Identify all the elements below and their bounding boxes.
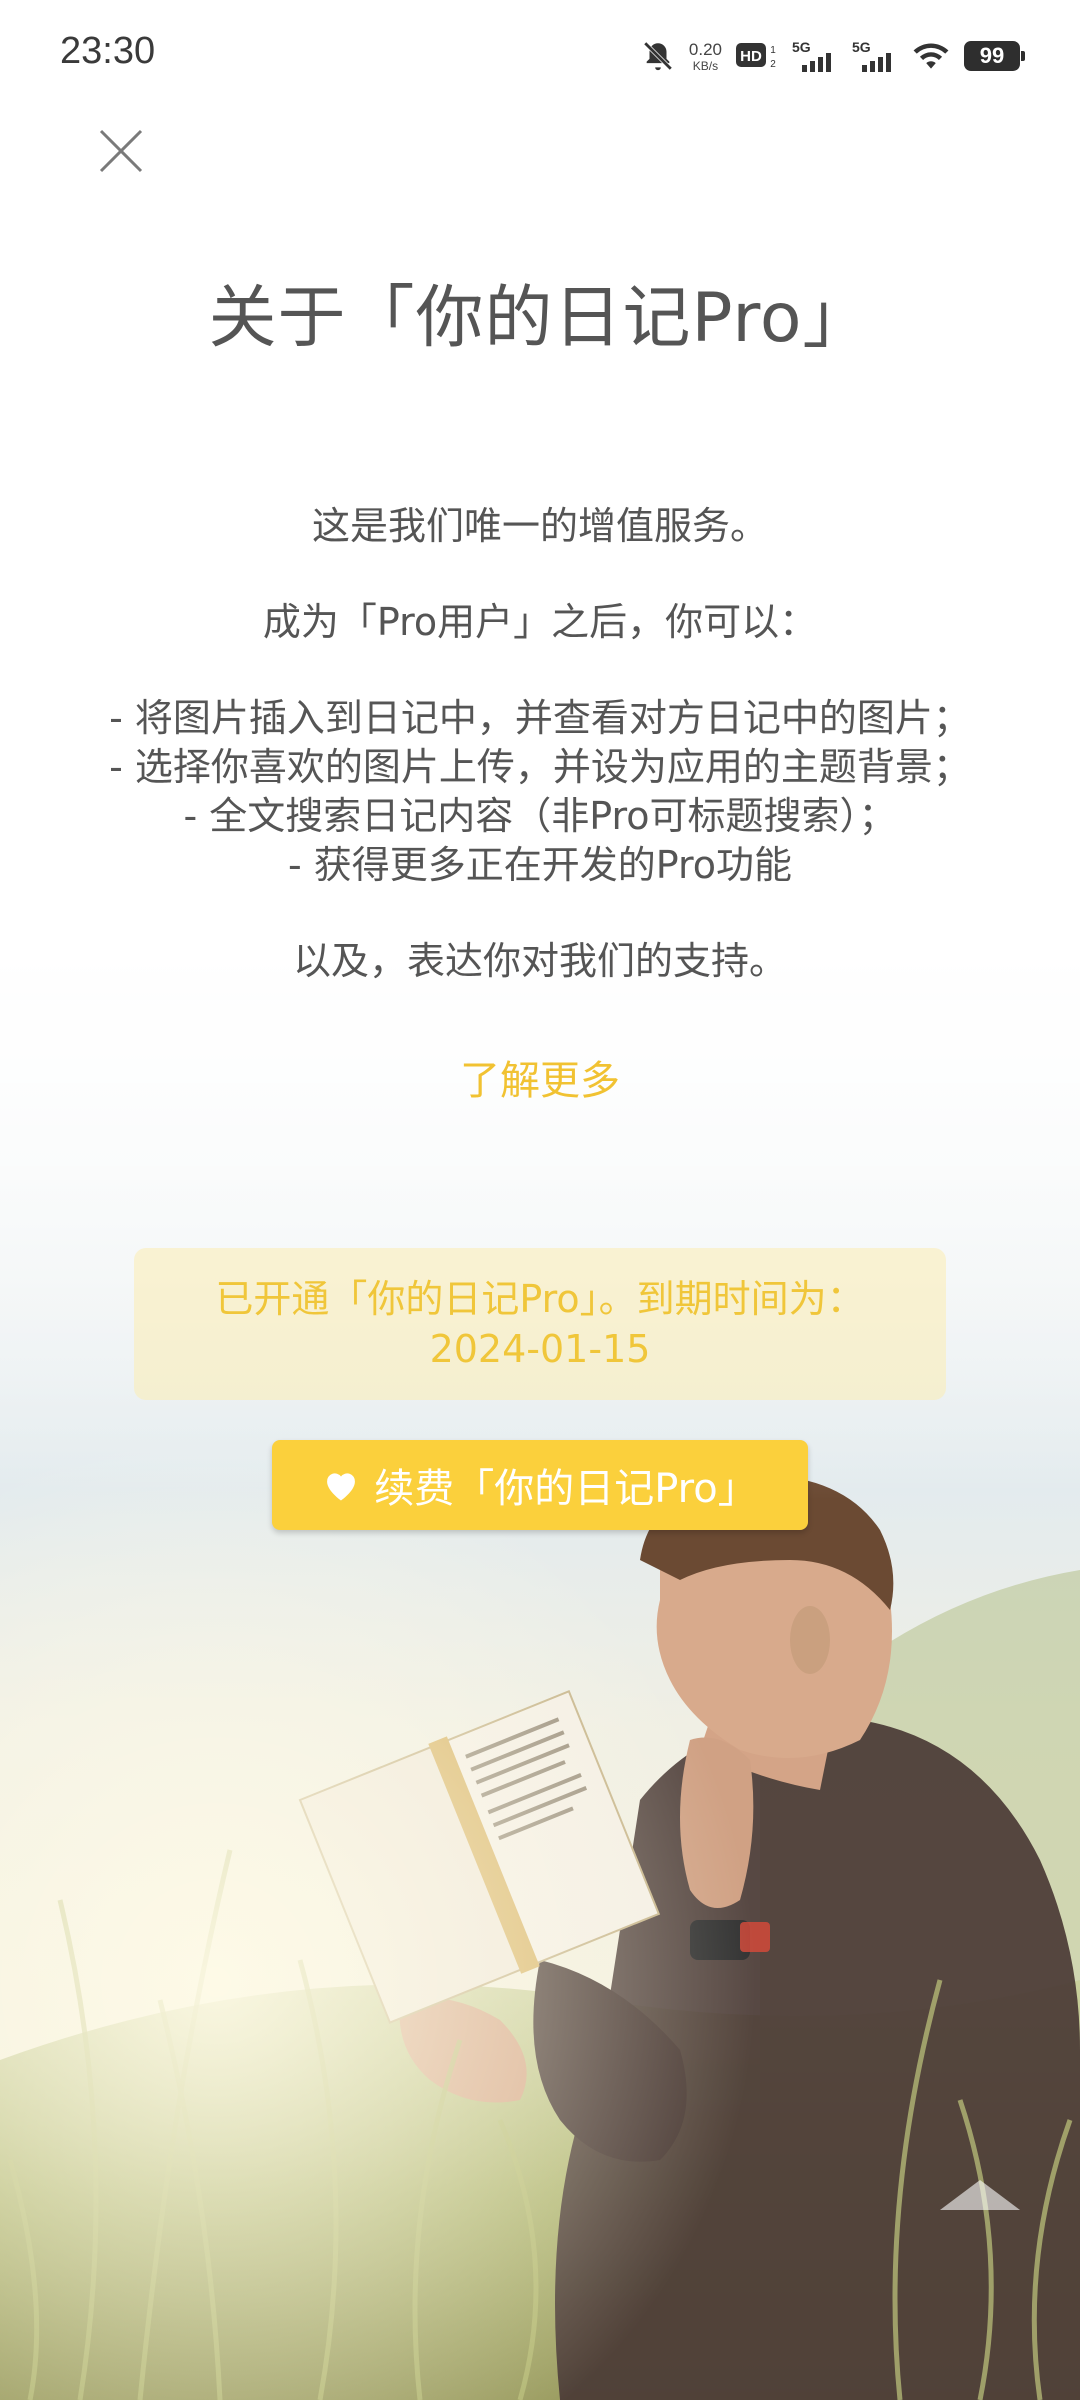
hd-icon: HD 1 2 (736, 41, 778, 71)
close-icon (99, 129, 143, 173)
page-title: 关于「你的日记Pro」 (208, 279, 872, 358)
feature-item: - 选择你喜欢的图片上传，并设为应用的主题背景； (109, 745, 971, 789)
subscription-status-text: 已开通「你的日记Pro」。到期时间为： (215, 1277, 865, 1321)
learn-more-link[interactable]: 了解更多 (0, 1048, 1080, 1106)
feature-item: - 全文搜索日记内容（非Pro可标题搜索）； (183, 794, 897, 838)
close-button[interactable] (90, 120, 152, 182)
feature-item: - 获得更多正在开发的Pro功能 (287, 843, 793, 887)
pro-benefits-heading: 成为「Pro用户」之后，你可以： (262, 600, 818, 644)
svg-text:2: 2 (770, 59, 776, 70)
svg-text:HD: HD (740, 48, 762, 65)
net-speed: 0.20 KB/s (689, 41, 722, 72)
heart-icon (322, 1468, 360, 1502)
svg-text:1: 1 (770, 45, 776, 56)
subscription-status-box: 已开通「你的日记Pro」。到期时间为： 2024-01-15 (134, 1248, 946, 1400)
net-speed-value: 0.20 (688, 39, 722, 59)
renew-pro-button[interactable]: 续费「你的日记Pro」 (272, 1440, 808, 1530)
renew-button-label: 续费「你的日记Pro」 (374, 1466, 758, 1512)
status-bar: 23:30 0.20 KB/s HD 1 2 5G 5G 99 (0, 0, 1080, 112)
battery-icon: 99 (964, 41, 1025, 71)
status-icons: 0.20 KB/s HD 1 2 5G 5G 99 (641, 34, 1025, 78)
net-speed-unit: KB/s (692, 58, 719, 73)
intro-text: 这是我们唯一的增值服务。 (311, 504, 768, 548)
closing-text: 以及，表达你对我们的支持。 (292, 939, 787, 983)
pro-description: 这是我们唯一的增值服务。 成为「Pro用户」之后，你可以： - 将图片插入到日记… (0, 502, 1080, 986)
signal-5g-icon: 5G (852, 39, 898, 73)
mute-bell-icon (641, 39, 675, 73)
status-time: 23:30 (60, 30, 156, 72)
svg-text:5G: 5G (852, 39, 871, 55)
svg-text:5G: 5G (792, 39, 811, 55)
wifi-icon (912, 40, 950, 72)
signal-5g-icon: 5G (792, 39, 838, 73)
feature-item: - 将图片插入到日记中，并查看对方日记中的图片； (109, 696, 971, 740)
expiry-date: 2024-01-15 (429, 1327, 651, 1371)
